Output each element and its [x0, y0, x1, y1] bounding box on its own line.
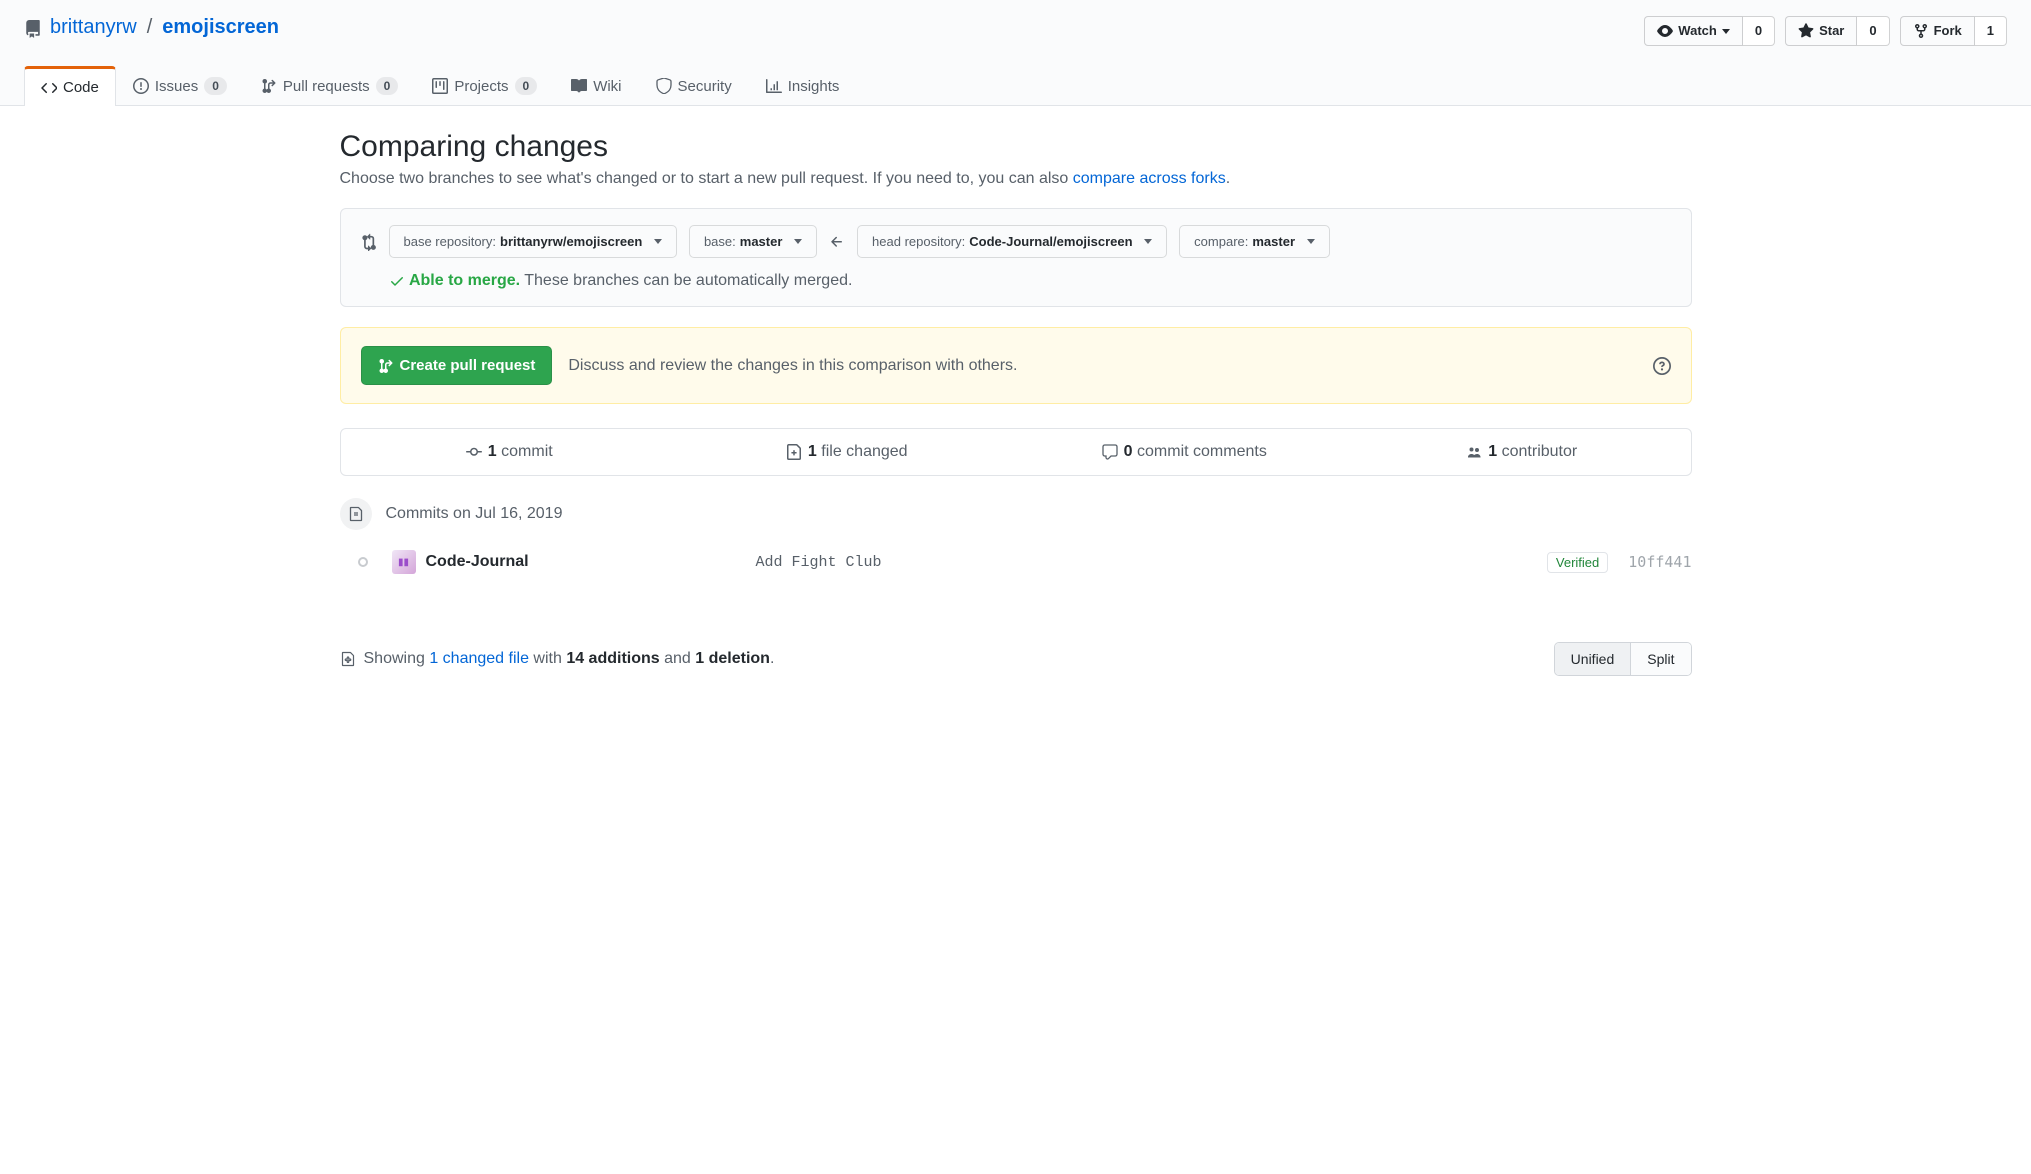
- tab-pull-requests[interactable]: Pull requests 0: [244, 66, 415, 105]
- repo-owner-link[interactable]: brittanyrw: [50, 16, 137, 39]
- caret-down-icon: [794, 239, 802, 244]
- commit-message-link[interactable]: Add Fight Club: [756, 554, 1547, 571]
- compare-range-box: base repository: brittanyrw/emojiscreen …: [340, 208, 1692, 307]
- stat-commit-comments[interactable]: 0 commit comments: [1016, 429, 1354, 475]
- book-icon: [571, 78, 587, 94]
- page-title: Comparing changes: [340, 130, 1692, 164]
- avatar[interactable]: ▮▮: [392, 550, 416, 574]
- page-subtitle: Choose two branches to see what's change…: [340, 170, 1692, 188]
- fork-label: Fork: [1934, 21, 1962, 41]
- timeline-dot-icon: [358, 557, 368, 567]
- create-pr-prompt: Create pull request Discuss and review t…: [340, 327, 1692, 404]
- watch-button-group: Watch 0: [1644, 16, 1775, 46]
- tab-code[interactable]: Code: [24, 66, 116, 106]
- tab-insights-label: Insights: [788, 78, 840, 95]
- repo-breadcrumb: brittanyrw / emojiscreen: [24, 16, 279, 39]
- arrow-left-icon: [829, 233, 845, 251]
- star-icon: [1798, 23, 1814, 39]
- commit-group-icon: [340, 498, 372, 530]
- compare-icon: [359, 231, 377, 252]
- compare-branch-select[interactable]: compare: master: [1179, 225, 1329, 258]
- fork-count[interactable]: 1: [1975, 16, 2007, 46]
- fork-button-group: Fork 1: [1900, 16, 2007, 46]
- stat-commits[interactable]: 1 commit: [341, 429, 679, 475]
- pr-prompt-desc: Discuss and review the changes in this c…: [568, 357, 1636, 375]
- fork-button[interactable]: Fork: [1900, 16, 1975, 46]
- tab-security-label: Security: [678, 78, 732, 95]
- merge-status: Able to merge. These branches can be aut…: [359, 272, 1673, 290]
- tab-security[interactable]: Security: [639, 66, 749, 105]
- compare-forks-link[interactable]: compare across forks: [1073, 170, 1226, 187]
- commit-author-link[interactable]: Code-Journal: [426, 553, 756, 571]
- tab-wiki-label: Wiki: [593, 78, 621, 95]
- comparison-stats: 1 commit 1 file changed 0 commit comment…: [340, 428, 1692, 476]
- tab-pulls-count: 0: [376, 77, 399, 95]
- tab-insights[interactable]: Insights: [749, 66, 857, 105]
- repo-icon: [24, 16, 42, 39]
- code-icon: [41, 80, 57, 96]
- issue-icon: [133, 78, 149, 94]
- breadcrumb-separator: /: [147, 16, 153, 39]
- repo-nav: Code Issues 0 Pull requests 0 Projects 0…: [24, 66, 2007, 105]
- tab-issues-count: 0: [204, 77, 227, 95]
- stat-contributors[interactable]: 1 contributor: [1353, 429, 1691, 475]
- caret-down-icon: [1307, 239, 1315, 244]
- tab-issues-label: Issues: [155, 78, 198, 95]
- star-button[interactable]: Star: [1785, 16, 1857, 46]
- check-icon: [389, 272, 409, 289]
- eye-icon: [1657, 23, 1673, 39]
- commits-date-heading: Commits on Jul 16, 2019: [386, 505, 563, 523]
- watch-button[interactable]: Watch: [1644, 16, 1743, 46]
- project-icon: [432, 78, 448, 94]
- commit-row: ▮▮ Code-Journal Add Fight Club Verified …: [340, 542, 1692, 582]
- tab-code-label: Code: [63, 79, 99, 96]
- diff-summary: Showing 1 changed file with 14 additions…: [340, 650, 775, 668]
- commit-sha-link[interactable]: 10ff441: [1628, 553, 1691, 571]
- base-repo-select[interactable]: base repository: brittanyrw/emojiscreen: [389, 225, 677, 258]
- pr-icon: [378, 358, 394, 374]
- base-branch-select[interactable]: base: master: [689, 225, 817, 258]
- watch-count[interactable]: 0: [1743, 16, 1775, 46]
- unified-view-button[interactable]: Unified: [1555, 643, 1631, 675]
- create-pr-button[interactable]: Create pull request: [361, 346, 553, 385]
- repo-name-link[interactable]: emojiscreen: [162, 16, 279, 39]
- comment-icon: [1102, 444, 1118, 460]
- split-view-button[interactable]: Split: [1630, 643, 1690, 675]
- head-repo-select[interactable]: head repository: Code-Journal/emojiscree…: [857, 225, 1167, 258]
- diff-view-toggle: Unified Split: [1554, 642, 1692, 676]
- watch-label: Watch: [1678, 21, 1717, 41]
- people-icon: [1466, 444, 1482, 460]
- file-diff-icon: [340, 651, 356, 667]
- changed-files-link[interactable]: 1 changed file: [429, 650, 529, 667]
- star-label: Star: [1819, 21, 1844, 41]
- graph-icon: [766, 78, 782, 94]
- help-icon[interactable]: [1653, 357, 1671, 375]
- fork-icon: [1913, 23, 1929, 39]
- tab-issues[interactable]: Issues 0: [116, 66, 244, 105]
- stat-files-changed[interactable]: 1 file changed: [678, 429, 1016, 475]
- tab-projects[interactable]: Projects 0: [415, 66, 554, 105]
- shield-icon: [656, 78, 672, 94]
- tab-projects-label: Projects: [454, 78, 508, 95]
- tab-projects-count: 0: [515, 77, 538, 95]
- caret-down-icon: [654, 239, 662, 244]
- caret-down-icon: [1722, 29, 1730, 34]
- tab-wiki[interactable]: Wiki: [554, 66, 638, 105]
- file-diff-icon: [786, 444, 802, 460]
- caret-down-icon: [1144, 239, 1152, 244]
- tab-pulls-label: Pull requests: [283, 78, 370, 95]
- commit-icon: [466, 444, 482, 460]
- star-count[interactable]: 0: [1857, 16, 1889, 46]
- pr-icon: [261, 78, 277, 94]
- verified-badge[interactable]: Verified: [1547, 552, 1608, 573]
- star-button-group: Star 0: [1785, 16, 1890, 46]
